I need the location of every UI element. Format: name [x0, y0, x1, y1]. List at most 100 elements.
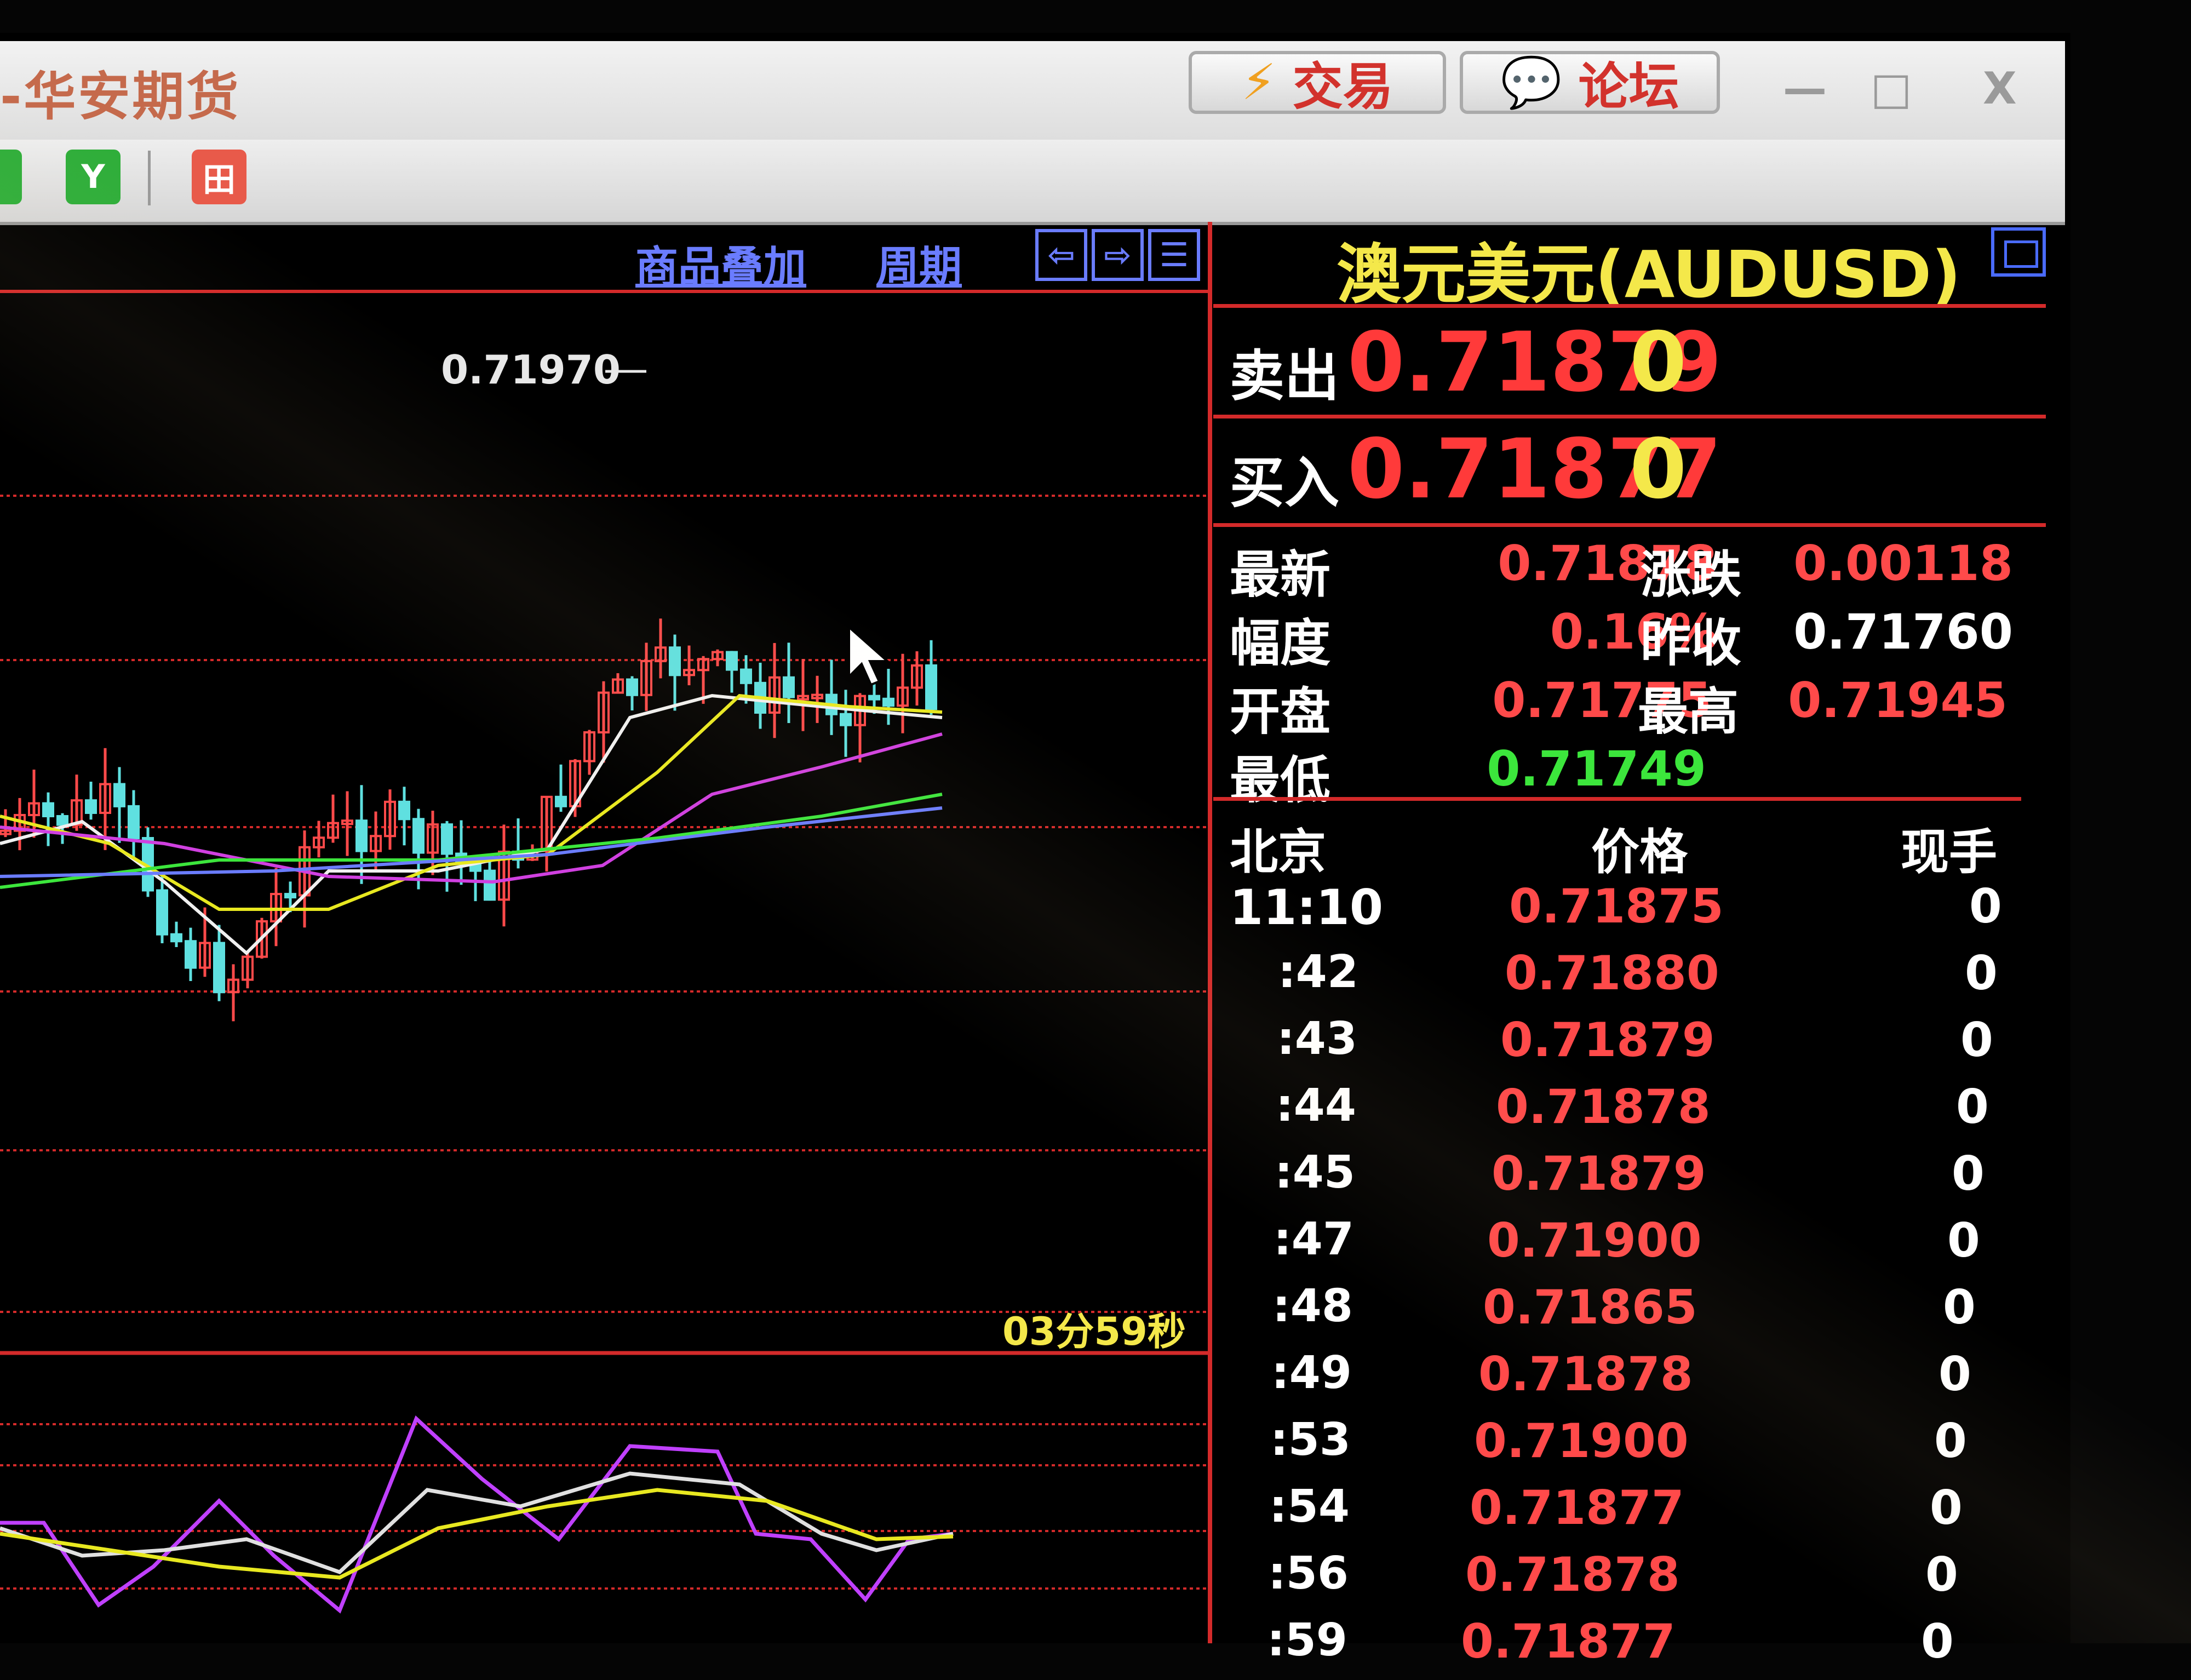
tick-price: 0.71875 — [1509, 879, 1724, 934]
tick-time: :49 — [1271, 1347, 1352, 1399]
high-marker-label: 0.71970 — [441, 347, 621, 393]
toolbar-grid-button[interactable]: 田 — [192, 150, 246, 204]
tick-row: :59 0.71877 0 — [1213, 1614, 2046, 1680]
chart-pane: 商品叠加 周期 ⇦ ⇨ ☰ 0.71970 — [0, 225, 1208, 1643]
candle-body — [626, 678, 638, 696]
tick-price: 0.71879 — [1492, 1146, 1706, 1201]
open-label: 开盘 — [1230, 683, 1331, 741]
toolbar: Y 田 — [0, 140, 2065, 225]
oscillator-lines — [0, 1415, 954, 1614]
pane-divider — [1208, 222, 1212, 1643]
oscillator-line — [0, 1488, 954, 1580]
prev-close-label: 昨收 — [1641, 614, 1742, 673]
candle-body — [355, 819, 368, 852]
maximize-panel-icon[interactable] — [1991, 227, 2046, 277]
tick-price: 0.71878 — [1496, 1080, 1711, 1134]
tick-row: :44 0.71878 0 — [1213, 1080, 2046, 1145]
candle-body — [441, 823, 453, 855]
tick-time: :47 — [1274, 1213, 1354, 1265]
tick-price: 0.71877 — [1470, 1481, 1684, 1535]
change-label: 涨跌 — [1641, 546, 1742, 604]
tick-qty: 0 — [1952, 1146, 1984, 1201]
candle-body — [840, 713, 852, 726]
tick-price: 0.71900 — [1487, 1213, 1702, 1268]
pct-label: 幅度 — [1230, 614, 1331, 673]
trade-button[interactable]: ⚡ 交易 — [1189, 51, 1446, 116]
change-value: 0.00118 — [1793, 535, 2013, 592]
high-label: 最高 — [1638, 683, 1739, 741]
candle-body — [783, 676, 795, 698]
candle-body — [185, 940, 197, 969]
toolbar-partial-button[interactable] — [0, 150, 22, 204]
tick-row: :48 0.71865 0 — [1213, 1280, 2046, 1346]
tick-time: :45 — [1275, 1146, 1355, 1199]
candle-body — [85, 799, 97, 814]
close-button[interactable]: X — [1983, 63, 2017, 114]
toolbar-y-button[interactable]: Y — [66, 150, 121, 204]
candle-body — [412, 818, 425, 854]
bid-label: 买入 — [1230, 451, 1339, 515]
tick-qty: 0 — [1921, 1614, 1954, 1669]
tick-qty: 0 — [1965, 946, 1998, 1001]
chat-bubble-icon: 💬 — [1500, 54, 1562, 111]
tick-qty: 0 — [1960, 1013, 1993, 1068]
tick-qty: 0 — [1930, 1481, 1963, 1535]
app-title: -华安期货 — [0, 67, 241, 127]
symbol-title: 澳元美元(AUDUSD) — [1337, 237, 1961, 312]
candle-body — [669, 646, 681, 676]
high-value: 0.71945 — [1788, 672, 2008, 729]
bar-countdown: 03分59秒 — [1002, 1309, 1186, 1354]
tick-row: :47 0.71900 0 — [1213, 1213, 2046, 1279]
tick-price: 0.71865 — [1483, 1280, 1697, 1335]
tick-time: :48 — [1272, 1280, 1353, 1332]
low-label: 最低 — [1230, 751, 1331, 810]
candle-body — [128, 805, 140, 840]
tick-row: :49 0.71878 0 — [1213, 1347, 2046, 1413]
candle-body — [42, 802, 54, 817]
bid-volume: 0 — [1630, 422, 1687, 517]
tick-time: :56 — [1268, 1547, 1349, 1599]
tick-time: :53 — [1270, 1414, 1351, 1466]
candle-body — [213, 942, 225, 994]
tick-price: 0.71879 — [1500, 1013, 1715, 1068]
moving-average-line — [0, 693, 943, 911]
tick-row: :53 0.71900 0 — [1213, 1414, 2046, 1480]
title-bar: -华安期货 ⚡ 交易 💬 论坛 — □ X — [0, 41, 2065, 140]
tick-price: 0.71878 — [1465, 1547, 1680, 1602]
tick-row: :54 0.71877 0 — [1213, 1481, 2046, 1546]
tick-qty: 0 — [1938, 1347, 1971, 1402]
tick-time: :42 — [1278, 946, 1358, 998]
tick-time: :54 — [1269, 1481, 1350, 1533]
divider — [1213, 523, 2046, 527]
tick-qty: 0 — [1956, 1080, 1989, 1134]
ticks-price-header: 价格 — [1591, 824, 1688, 880]
candle-body — [555, 795, 567, 807]
tick-row: :56 0.71878 0 — [1213, 1547, 2046, 1613]
candle-body — [740, 668, 752, 684]
ticks-qty-header: 现手 — [1901, 824, 1998, 880]
prev-close-value: 0.71760 — [1793, 604, 2013, 660]
tick-time: :43 — [1277, 1013, 1357, 1065]
divider — [1213, 304, 2046, 308]
tick-time: :59 — [1267, 1614, 1347, 1666]
candle-body — [868, 695, 880, 701]
tick-price: 0.71877 — [1461, 1614, 1676, 1669]
tick-price: 0.71900 — [1474, 1414, 1689, 1469]
minimize-button[interactable]: — — [1783, 63, 1827, 114]
tick-qty: 0 — [1934, 1414, 1967, 1469]
tick-row: :45 0.71879 0 — [1213, 1146, 2046, 1212]
quote-panel: 澳元美元(AUDUSD) 卖出 0.71879 0 买入 0.71877 0 最… — [1213, 222, 2065, 1669]
ticks-time-header: 北京 — [1230, 824, 1327, 880]
candle-body — [156, 889, 168, 936]
chart-canvas: 0.71970 — [0, 290, 1208, 1614]
forum-button[interactable]: 💬 论坛 — [1460, 51, 1720, 116]
tick-price: 0.71880 — [1505, 946, 1719, 1001]
divider — [1213, 415, 2046, 418]
candle-body — [113, 783, 125, 807]
tick-qty: 0 — [1969, 879, 2002, 934]
candle-body — [726, 651, 738, 671]
maximize-button[interactable]: □ — [1871, 63, 1912, 114]
candle-body — [398, 800, 410, 821]
tick-qty: 0 — [1947, 1213, 1980, 1268]
moving-average-lines — [0, 693, 943, 956]
